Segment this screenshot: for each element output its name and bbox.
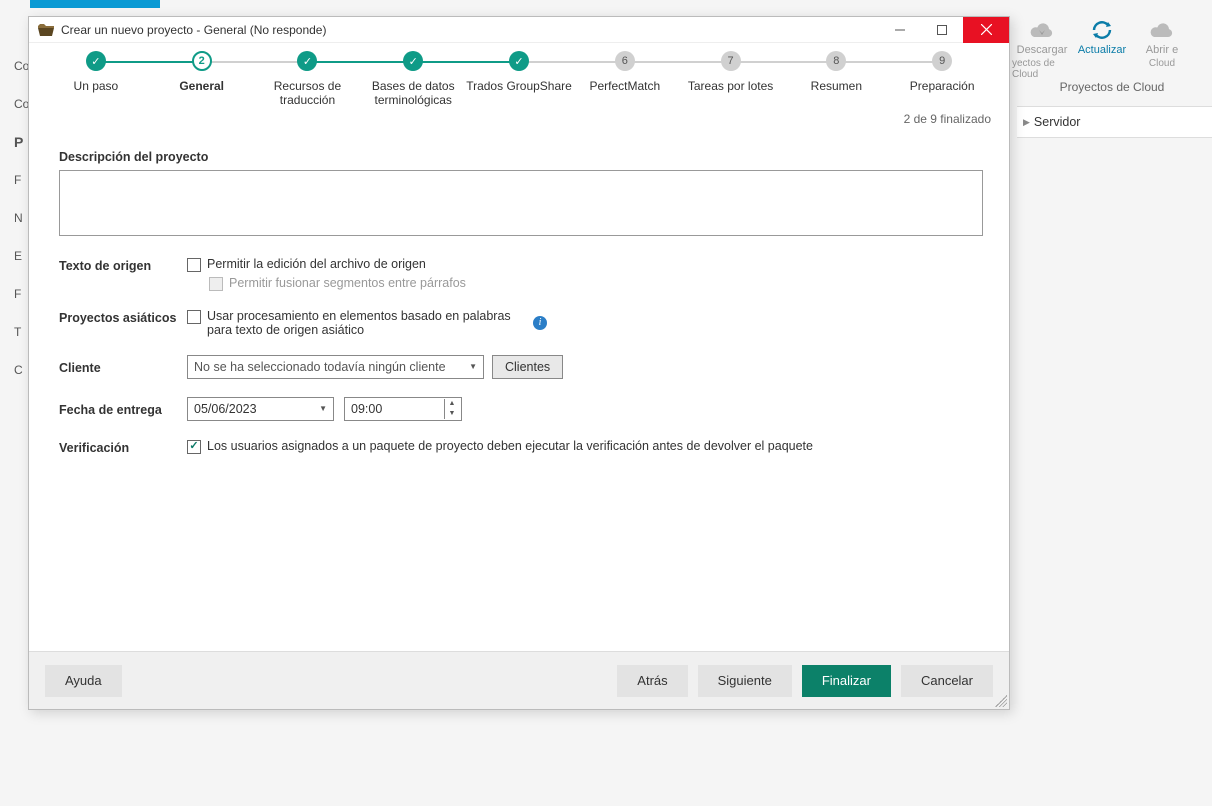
due-date-label: Fecha de entrega — [59, 401, 187, 417]
step-circle-5: ✓ — [509, 51, 529, 71]
step-circle-2: 2 — [192, 51, 212, 71]
checkbox-checked-icon — [187, 440, 201, 454]
chevron-down-icon: ▼ — [319, 404, 331, 413]
allow-merge-segments-checkbox-row: Permitir fusionar segmentos entre párraf… — [209, 276, 466, 291]
window-maximize-button[interactable] — [921, 17, 963, 43]
finish-button[interactable]: Finalizar — [802, 665, 891, 697]
step-label-1: Un paso — [74, 79, 119, 93]
finish-button-label: Finalizar — [822, 673, 871, 688]
due-date-picker[interactable]: 05/06/2023 ▼ — [187, 397, 334, 421]
step-perfectmatch[interactable]: 6 PerfectMatch — [572, 51, 678, 93]
checkbox-icon — [209, 277, 223, 291]
step-label-9: Preparación — [910, 79, 975, 93]
checkbox-icon — [187, 310, 201, 324]
spinner-up-icon[interactable]: ▲ — [445, 399, 459, 409]
step-batch-tasks[interactable]: 7 Tareas por lotes — [678, 51, 784, 93]
step-circle-8: 8 — [826, 51, 846, 71]
due-time-picker[interactable]: 09:00 ▲ ▼ — [344, 397, 462, 421]
step-label-6: PerfectMatch — [589, 79, 660, 93]
window-close-button[interactable] — [963, 17, 1009, 43]
back-button[interactable]: Atrás — [617, 665, 687, 697]
dialog-titlebar: Crear un nuevo proyecto - General (No re… — [29, 17, 1009, 43]
verification-check-label: Los usuarios asignados a un paquete de p… — [207, 439, 813, 453]
due-date-value: 05/06/2023 — [194, 402, 257, 416]
server-row[interactable]: ▶ Servidor — [1017, 106, 1212, 138]
step-label-2: General — [179, 79, 224, 93]
asian-projects-label: Proyectos asiáticos — [59, 309, 187, 325]
wizard-stepper: ✓ Un paso 2 General ✓ Recursos de traduc… — [29, 43, 1009, 108]
client-select[interactable]: No se ha seleccionado todavía ningún cli… — [187, 355, 484, 379]
next-button-label: Siguiente — [718, 673, 772, 688]
step-circle-7: 7 — [721, 51, 741, 71]
project-folder-icon — [37, 23, 55, 37]
asian-word-processing-checkbox-row[interactable]: Usar procesamiento en elementos basado e… — [187, 309, 547, 337]
client-select-value: No se ha seleccionado todavía ningún cli… — [194, 360, 446, 374]
help-button[interactable]: Ayuda — [45, 665, 122, 697]
step-circle-4: ✓ — [403, 51, 423, 71]
step-termbases[interactable]: ✓ Bases de datos terminológicas — [360, 51, 466, 108]
window-minimize-button[interactable] — [879, 17, 921, 43]
toolbar-open-sub: Cloud — [1149, 58, 1175, 69]
step-label-3: Recursos de traducción — [255, 79, 361, 108]
step-circle-6: 6 — [615, 51, 635, 71]
step-groupshare[interactable]: ✓ Trados GroupShare — [466, 51, 572, 93]
step-label-4: Bases de datos terminológicas — [360, 79, 466, 108]
allow-merge-segments-label: Permitir fusionar segmentos entre párraf… — [229, 276, 466, 290]
verification-checkbox-row[interactable]: Los usuarios asignados a un paquete de p… — [187, 439, 813, 454]
time-spinner[interactable]: ▲ ▼ — [444, 399, 459, 419]
info-icon[interactable]: i — [533, 316, 547, 330]
toolbar-open-label: Abrir e — [1146, 44, 1178, 56]
verification-label: Verificación — [59, 439, 187, 455]
allow-edit-source-checkbox-row[interactable]: Permitir la edición del archivo de orige… — [187, 257, 466, 272]
form-body: Descripción del proyecto Texto de origen… — [29, 126, 1009, 651]
clients-button[interactable]: Clientes — [492, 355, 563, 379]
toolbar-refresh-label: Actualizar — [1078, 44, 1126, 56]
chevron-down-icon: ▼ — [469, 362, 477, 371]
cloud-open-icon — [1148, 18, 1176, 42]
cancel-button[interactable]: Cancelar — [901, 665, 993, 697]
step-translation-resources[interactable]: ✓ Recursos de traducción — [255, 51, 361, 108]
step-summary[interactable]: 8 Resumen — [783, 51, 889, 93]
project-description-label: Descripción del proyecto — [59, 150, 979, 164]
clients-button-label: Clientes — [505, 360, 550, 374]
background-ribbon-tab — [30, 0, 160, 8]
client-label: Cliente — [59, 359, 187, 375]
help-button-label: Ayuda — [65, 673, 102, 688]
refresh-icon — [1088, 18, 1116, 42]
dialog-footer: Ayuda Atrás Siguiente Finalizar Cancelar — [29, 651, 1009, 709]
step-circle-3: ✓ — [297, 51, 317, 71]
dialog-title: Crear un nuevo proyecto - General (No re… — [61, 23, 326, 37]
next-button[interactable]: Siguiente — [698, 665, 792, 697]
cloud-projects-group-label: Proyectos de Cloud — [1012, 80, 1212, 94]
chevron-right-icon: ▶ — [1023, 117, 1030, 128]
source-text-label: Texto de origen — [59, 257, 187, 273]
step-label-8: Resumen — [811, 79, 862, 93]
asian-word-processing-label: Usar procesamiento en elementos basado e… — [207, 309, 523, 337]
wizard-progress-text: 2 de 9 finalizado — [29, 108, 1009, 126]
step-general[interactable]: 2 General — [149, 51, 255, 93]
project-description-input[interactable] — [59, 170, 983, 236]
allow-edit-source-label: Permitir la edición del archivo de orige… — [207, 257, 426, 271]
step-label-5: Trados GroupShare — [466, 79, 572, 93]
new-project-dialog: Crear un nuevo proyecto - General (No re… — [28, 16, 1010, 710]
resize-grip-icon[interactable] — [995, 695, 1007, 707]
back-button-label: Atrás — [637, 673, 667, 688]
step-preparation[interactable]: 9 Preparación — [889, 51, 995, 93]
step-one-step[interactable]: ✓ Un paso — [43, 51, 149, 93]
spinner-down-icon[interactable]: ▼ — [445, 409, 459, 419]
server-label: Servidor — [1034, 115, 1081, 129]
step-label-7: Tareas por lotes — [688, 79, 773, 93]
step-circle-1: ✓ — [86, 51, 106, 71]
checkbox-icon — [187, 258, 201, 272]
due-time-value: 09:00 — [351, 402, 382, 416]
step-circle-9: 9 — [932, 51, 952, 71]
toolbar-download-label: Descargar — [1017, 44, 1068, 56]
cancel-button-label: Cancelar — [921, 673, 973, 688]
toolbar-download-sub: yectos de Cloud — [1012, 58, 1072, 80]
cloud-download-icon — [1028, 18, 1056, 42]
